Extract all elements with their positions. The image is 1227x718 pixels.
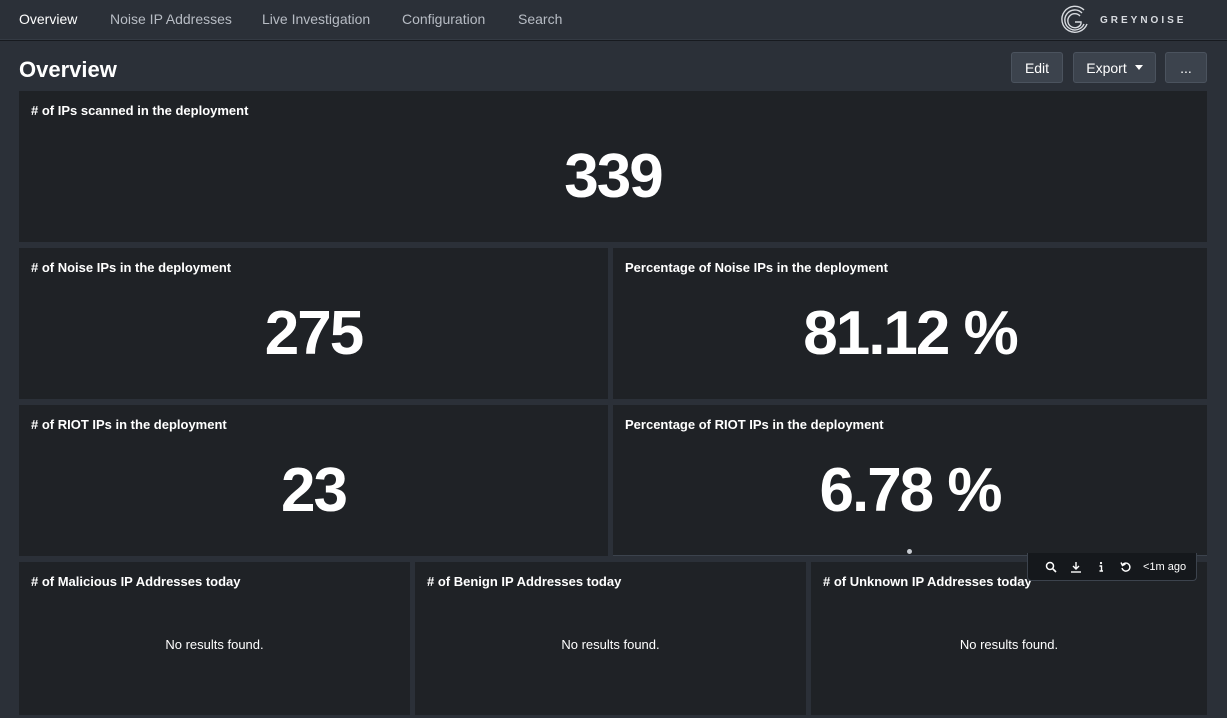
more-actions-button[interactable]: ... bbox=[1165, 52, 1207, 83]
panel-noise-ips[interactable]: # of Noise IPs in the deployment 275 bbox=[19, 248, 608, 399]
page-title: Overview bbox=[19, 57, 117, 82]
panel-title: # of Benign IP Addresses today bbox=[427, 574, 622, 589]
panel-title: Percentage of RIOT IPs in the deployment bbox=[625, 417, 884, 432]
search-icon[interactable] bbox=[1038, 557, 1063, 577]
panel-unknown-ips[interactable]: # of Unknown IP Addresses today No resul… bbox=[811, 562, 1207, 715]
brand-logo[interactable]: GREYNOISE bbox=[1060, 3, 1186, 37]
panel-title: # of Noise IPs in the deployment bbox=[31, 260, 232, 275]
nav-overview[interactable]: Overview bbox=[19, 11, 77, 27]
single-value: 23 bbox=[281, 456, 348, 525]
no-results-message: No results found. bbox=[959, 637, 1059, 652]
dashboard-grid: # of IPs scanned in the deployment 339 #… bbox=[0, 91, 1227, 718]
edit-button[interactable]: Edit bbox=[1011, 52, 1063, 83]
nav-noise-ip-addresses[interactable]: Noise IP Addresses bbox=[110, 11, 232, 27]
no-results-message: No results found. bbox=[165, 637, 264, 652]
more-actions-label: ... bbox=[1180, 59, 1192, 76]
single-value: 275 bbox=[264, 299, 364, 368]
top-navigation: Overview Noise IP Addresses Live Investi… bbox=[0, 0, 1227, 40]
panel-benign-ips[interactable]: # of Benign IP Addresses today No result… bbox=[415, 562, 806, 715]
greynoise-logo-icon bbox=[1061, 5, 1088, 33]
panel-riot-percentage[interactable]: Percentage of RIOT IPs in the deployment… bbox=[613, 405, 1207, 556]
single-value: 81.12 % bbox=[803, 299, 1019, 368]
last-updated-time: <1m ago bbox=[1143, 560, 1187, 573]
download-icon[interactable] bbox=[1063, 557, 1088, 577]
panel-toolbar: <1m ago bbox=[1027, 553, 1197, 581]
panel-title: # of RIOT IPs in the deployment bbox=[31, 417, 227, 432]
nav-configuration[interactable]: Configuration bbox=[402, 11, 485, 27]
info-icon[interactable] bbox=[1088, 557, 1113, 577]
caret-down-icon bbox=[1134, 65, 1143, 70]
export-button[interactable]: Export bbox=[1073, 52, 1156, 83]
single-value: 339 bbox=[564, 142, 663, 211]
panel-title: # of Unknown IP Addresses today bbox=[823, 574, 1032, 589]
panel-title: # of Malicious IP Addresses today bbox=[31, 574, 241, 589]
edit-button-label: Edit bbox=[1024, 59, 1050, 76]
dashboard-header: Overview Edit Export ... bbox=[0, 41, 1227, 91]
panel-title: Percentage of Noise IPs in the deploymen… bbox=[625, 260, 888, 275]
nav-search[interactable]: Search bbox=[518, 11, 562, 27]
panel-riot-ips[interactable]: # of RIOT IPs in the deployment 23 bbox=[19, 405, 608, 556]
panel-title: # of IPs scanned in the deployment bbox=[31, 103, 249, 118]
brand-name: GREYNOISE bbox=[1100, 14, 1187, 26]
panel-malicious-ips[interactable]: # of Malicious IP Addresses today No res… bbox=[19, 562, 410, 715]
nav-live-investigation[interactable]: Live Investigation bbox=[262, 11, 370, 27]
refresh-icon[interactable] bbox=[1113, 557, 1138, 577]
export-button-label: Export bbox=[1086, 59, 1127, 76]
panel-noise-percentage[interactable]: Percentage of Noise IPs in the deploymen… bbox=[613, 248, 1207, 399]
resize-handle[interactable] bbox=[907, 549, 912, 554]
panel-ips-scanned[interactable]: # of IPs scanned in the deployment 339 bbox=[19, 91, 1207, 242]
no-results-message: No results found. bbox=[561, 637, 660, 652]
single-value: 6.78 % bbox=[819, 456, 1002, 525]
